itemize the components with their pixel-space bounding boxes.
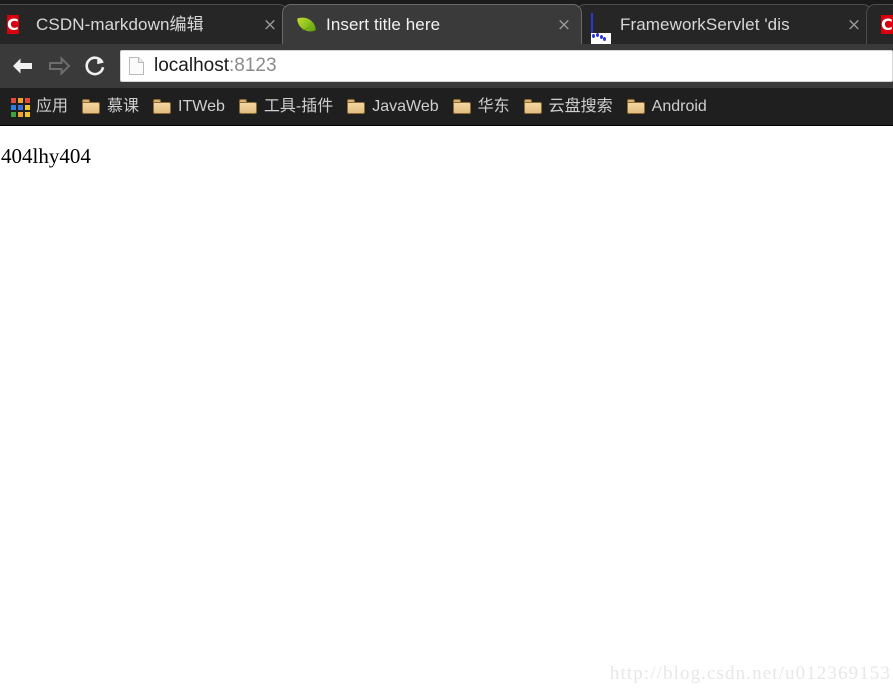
- bookmark-tools-plugins[interactable]: 工具-插件: [232, 93, 340, 121]
- page-document-icon: [129, 57, 144, 75]
- folder-icon: [82, 99, 101, 114]
- folder-icon: [452, 99, 471, 114]
- tab-title: Insert title here: [326, 14, 441, 34]
- bookmark-label: 云盘搜索: [548, 97, 613, 115]
- watermark-text: http://blog.csdn.net/u012369153: [609, 663, 891, 684]
- bookmark-muke[interactable]: 慕课: [75, 93, 146, 121]
- bookmark-javaweb[interactable]: JavaWeb: [340, 93, 445, 121]
- url-text: localhost:8123: [154, 55, 277, 77]
- tab-title: CSDN-markdown编辑: [36, 14, 204, 34]
- page-body-text: 404lhy404: [1, 144, 91, 168]
- reload-button[interactable]: [78, 49, 112, 83]
- folder-icon: [523, 99, 542, 114]
- bookmark-yunpan-search[interactable]: 云盘搜索: [517, 93, 620, 121]
- bookmarks-bar: 应用 慕课 ITWeb 工具-插件 JavaWeb 华东 云盘搜索 Androi…: [0, 88, 893, 126]
- bookmark-apps[interactable]: 应用: [4, 93, 75, 121]
- forward-button: [42, 49, 76, 83]
- bookmark-label: 慕课: [107, 97, 140, 115]
- folder-icon: [153, 99, 172, 114]
- bookmark-label: ITWeb: [178, 97, 225, 115]
- browser-toolbar: localhost:8123: [0, 44, 893, 88]
- tab-close-button[interactable]: ×: [553, 14, 575, 36]
- tab-csdn-markdown[interactable]: C CSDN-markdown编辑 ×: [0, 4, 288, 44]
- baidu-paw-icon: [591, 12, 611, 44]
- csdn-icon: C: [7, 14, 19, 34]
- apps-grid-icon: [11, 97, 30, 117]
- bookmark-label: 应用: [36, 97, 69, 115]
- url-host: localhost: [154, 55, 229, 76]
- folder-icon: [238, 99, 257, 114]
- spring-leaf-icon: [297, 15, 317, 35]
- page-viewport: 404lhy404 http://blog.csdn.net/u01236915…: [0, 127, 893, 692]
- bookmark-huadong[interactable]: 华东: [446, 93, 517, 121]
- bookmark-label: 华东: [477, 97, 510, 115]
- forward-arrow-icon: [49, 56, 71, 76]
- bookmark-label: Android: [651, 97, 707, 115]
- address-bar[interactable]: localhost:8123: [120, 50, 893, 82]
- url-port: :8123: [229, 55, 277, 76]
- tab-insert-title-here[interactable]: Insert title here ×: [282, 4, 582, 44]
- tab-partial-overflow[interactable]: C: [866, 4, 893, 44]
- tab-close-button[interactable]: ×: [259, 14, 281, 36]
- back-arrow-icon: [13, 58, 32, 74]
- back-button[interactable]: [6, 49, 40, 83]
- folder-icon: [347, 99, 366, 114]
- tab-title: FrameworkServlet 'dis: [620, 14, 790, 34]
- csdn-icon: C: [881, 14, 893, 34]
- bookmark-android[interactable]: Android: [620, 93, 714, 121]
- bookmark-label: JavaWeb: [372, 97, 439, 115]
- tab-close-button[interactable]: ×: [843, 14, 865, 36]
- tab-frameworkservlet[interactable]: FrameworkServlet 'dis ×: [576, 4, 872, 44]
- bookmark-label: 工具-插件: [263, 97, 334, 115]
- bookmark-itweb[interactable]: ITWeb: [146, 93, 232, 121]
- tab-strip: C CSDN-markdown编辑 × Insert title here × …: [0, 0, 893, 44]
- reload-icon: [85, 56, 105, 76]
- folder-icon: [626, 99, 645, 114]
